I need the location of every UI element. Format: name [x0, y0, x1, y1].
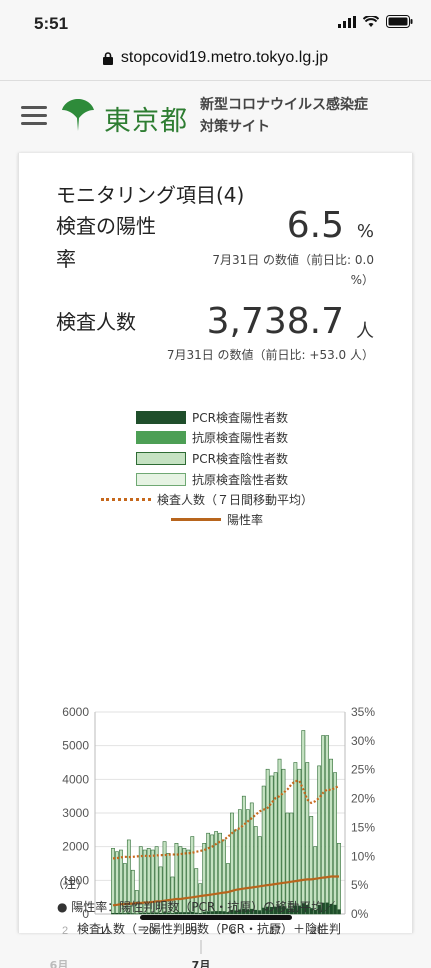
tests-label: 検査人数: [56, 306, 136, 339]
y-left-tick-label: 3000: [62, 806, 89, 820]
legend-swatch: [136, 452, 186, 465]
legend-label: 抗原検査陰性者数: [192, 471, 288, 488]
monitoring-card: モニタリング項目(4) 検査の陽性 率 6.5 % 7月31日 の数値（前日比:…: [18, 153, 413, 933]
address-bar[interactable]: stopcovid19.metro.tokyo.lg.jp: [0, 44, 431, 81]
legend-label: 陽性率: [227, 511, 263, 528]
bar-tests: [337, 843, 340, 914]
bar-tests: [326, 736, 329, 914]
notes-line2: 検査人数（＝陽性判明数（PCR・抗原）＋陰性判: [77, 920, 341, 937]
positivity-unit: %: [357, 221, 374, 242]
status-icons: [338, 15, 413, 28]
card-title: モニタリング項目(4): [56, 179, 244, 208]
site-header: 東京都 新型コロナウイルス感染症 対策サイト: [0, 81, 431, 153]
legend-label: 抗原検査陽性者数: [192, 429, 288, 446]
y-right-tick-label: 10%: [351, 849, 375, 863]
legend-label: PCR検査陽性者数: [192, 409, 288, 426]
legend-label: PCR検査陰性者数: [192, 450, 288, 467]
status-time: 5:51: [34, 14, 68, 34]
bar-tests: [262, 786, 265, 914]
positivity-label: 検査の陽性 率: [56, 210, 156, 276]
y-left-tick-label: 5000: [62, 739, 89, 753]
y-left-tick-label: 6000: [62, 705, 89, 719]
tokyo-logo-icon[interactable]: [58, 96, 98, 134]
logo-text[interactable]: 東京都: [104, 99, 188, 138]
legend-line: [171, 518, 221, 521]
tests-value: 3,738.7: [207, 301, 344, 342]
bar-tests: [266, 769, 269, 914]
status-bar: 5:51: [0, 0, 431, 44]
legend-swatch: [136, 431, 186, 444]
y-right-tick-label: 0%: [351, 907, 369, 921]
y-right-tick-label: 35%: [351, 705, 375, 719]
signal-icon: [338, 16, 356, 28]
positivity-value: 6.5: [287, 205, 344, 246]
x-tick-label: 2: [62, 925, 68, 937]
positivity-note-line1: 7月31日 の数値（前日比: 0.0: [212, 250, 374, 270]
positivity-note: 7月31日 の数値（前日比: 0.0 %）: [212, 250, 374, 290]
legend-item[interactable]: PCR検査陽性者数: [136, 409, 288, 426]
url-text: stopcovid19.metro.tokyo.lg.jp: [121, 46, 328, 70]
bar-tests: [329, 759, 332, 914]
bar-tests: [318, 766, 321, 914]
tests-unit: 人: [356, 317, 374, 343]
positivity-label-line1: 検査の陽性: [56, 210, 156, 243]
site-title-line1: 新型コロナウイルス感染症: [200, 94, 368, 116]
legend-item[interactable]: 抗原検査陽性者数: [136, 429, 288, 446]
legend-swatch: [136, 473, 186, 486]
positivity-note-line2: %）: [212, 270, 374, 290]
home-indicator[interactable]: [140, 915, 292, 920]
battery-icon: [386, 15, 413, 28]
y-left-tick-label: 2000: [62, 840, 89, 854]
legend-item[interactable]: 陽性率: [171, 511, 263, 528]
bar-tests: [242, 796, 245, 914]
legend-item[interactable]: 抗原検査陰性者数: [136, 471, 288, 488]
legend-swatch: [136, 411, 186, 424]
bar-tests: [274, 773, 277, 914]
tests-note: 7月31日 の数値（前日比: +53.0 人）: [167, 345, 374, 365]
bar-tests: [298, 769, 301, 914]
bar-tests: [278, 759, 281, 914]
legend-item[interactable]: 検査人数（７日間移動平均）: [101, 491, 313, 508]
bar-positive: [337, 909, 340, 914]
y-right-tick-label: 20%: [351, 792, 375, 806]
month-label: 7月: [192, 959, 211, 968]
legend-label: 検査人数（７日間移動平均）: [157, 491, 313, 508]
y-right-tick-label: 30%: [351, 734, 375, 748]
legend-item[interactable]: PCR検査陰性者数: [136, 450, 288, 467]
legend-line: [101, 498, 151, 501]
bar-tests: [306, 763, 309, 915]
wifi-icon: [363, 16, 379, 28]
notes-line1: ● 陽性率：陽性判明数（PCR・抗原）の移動平均／: [57, 898, 335, 915]
notes-title: （注）: [52, 875, 88, 892]
site-title: 新型コロナウイルス感染症 対策サイト: [200, 94, 368, 138]
site-title-line2: 対策サイト: [200, 116, 368, 138]
y-left-tick-label: 4000: [62, 772, 89, 786]
positivity-label-line2: 率: [56, 243, 156, 276]
bar-tests: [322, 736, 325, 914]
bar-tests: [333, 773, 336, 914]
bar-tests: [302, 731, 305, 914]
month-label: 6月: [50, 959, 69, 968]
bar-tests: [270, 776, 273, 914]
lock-icon: [103, 52, 113, 65]
bar-tests: [294, 763, 297, 915]
y-right-tick-label: 15%: [351, 820, 375, 834]
hamburger-menu-icon[interactable]: [21, 106, 47, 126]
y-right-tick-label: 25%: [351, 763, 375, 777]
y-right-tick-label: 5%: [351, 878, 369, 892]
